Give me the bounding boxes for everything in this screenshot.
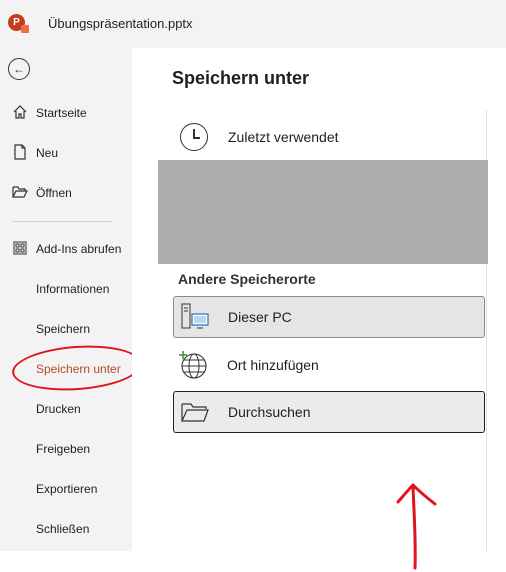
logo-letter: P — [13, 17, 20, 28]
sidebar-item-label: Öffnen — [36, 186, 72, 200]
recent-locations-button[interactable]: Zuletzt verwendet — [178, 118, 486, 156]
new-document-icon — [10, 143, 30, 163]
recent-list-placeholder — [158, 160, 488, 264]
browse-button[interactable]: Durchsuchen — [173, 391, 485, 433]
add-place-button[interactable]: Ort hinzufügen — [173, 344, 485, 386]
other-locations-heading: Andere Speicherorte — [178, 271, 316, 287]
sidebar-item-exportieren[interactable]: Exportieren — [0, 474, 132, 504]
powerpoint-logo-icon: P — [8, 14, 29, 33]
sidebar-item-label: Schließen — [36, 522, 90, 536]
sidebar-item-speichern[interactable]: Speichern — [0, 314, 132, 344]
pc-icon — [180, 302, 210, 332]
sidebar-item-informationen[interactable]: Informationen — [0, 274, 132, 304]
this-pc-label: Dieser PC — [228, 309, 292, 325]
recent-label: Zuletzt verwendet — [228, 129, 339, 145]
clock-icon — [180, 123, 208, 151]
sidebar-item-neu[interactable]: Neu — [0, 138, 132, 168]
sidebar-item-startseite[interactable]: Startseite — [0, 98, 132, 128]
folder-icon — [180, 397, 210, 427]
browse-label: Durchsuchen — [228, 404, 311, 420]
sidebar-item-drucken[interactable]: Drucken — [0, 394, 132, 424]
title-bar: P Übungspräsentation.pptx — [0, 0, 506, 48]
sidebar-item-add-ins[interactable]: Add-Ins abrufen — [0, 234, 132, 264]
open-folder-icon — [10, 185, 30, 202]
annotation-arrow — [396, 483, 437, 570]
sidebar-item-freigeben[interactable]: Freigeben — [0, 434, 132, 464]
sidebar-item-label: Exportieren — [36, 482, 98, 496]
sidebar-item-oeffnen[interactable]: Öffnen — [0, 178, 132, 208]
sidebar-item-label: Neu — [36, 146, 59, 160]
home-icon — [10, 104, 30, 123]
sidebar-divider — [12, 221, 112, 222]
grid-icon — [10, 241, 30, 258]
save-as-panel: Speichern unter Zuletzt verwendet Andere… — [132, 48, 506, 570]
sidebar-item-label: Informationen — [36, 282, 110, 296]
page-title: Speichern unter — [172, 68, 310, 88]
add-place-label: Ort hinzufügen — [227, 357, 319, 373]
sidebar-item-label: Speichern — [36, 322, 91, 336]
backstage-sidebar: ← Startseite Neu Öffnen Add-Ins abrufen … — [0, 48, 132, 551]
sidebar-item-schliessen[interactable]: Schließen — [0, 514, 132, 544]
sidebar-item-label: Drucken — [36, 402, 81, 416]
globe-add-icon — [179, 350, 209, 380]
sidebar-item-label: Startseite — [36, 106, 87, 120]
sidebar-item-label: Add-Ins abrufen — [36, 242, 122, 256]
document-title: Übungspräsentation.pptx — [48, 16, 193, 31]
sidebar-item-label: Freigeben — [36, 442, 91, 456]
back-arrow-icon[interactable]: ← — [8, 58, 30, 80]
this-pc-button[interactable]: Dieser PC — [173, 296, 485, 338]
